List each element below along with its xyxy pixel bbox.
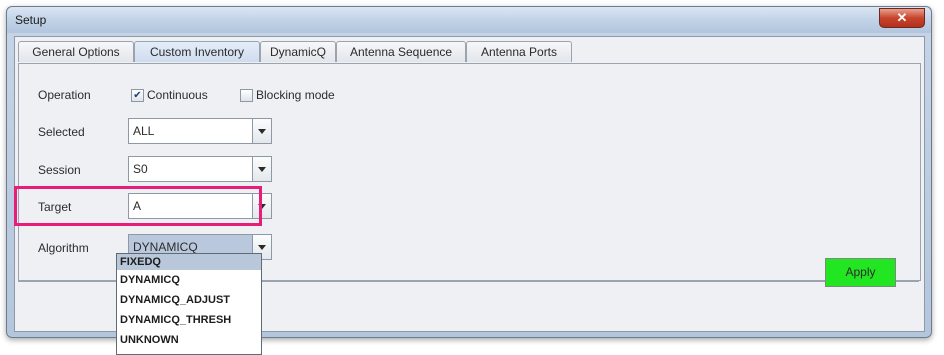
- close-icon: ✕: [896, 10, 908, 25]
- selected-value: ALL: [133, 124, 155, 138]
- algorithm-option-unknown[interactable]: UNKNOWN: [117, 332, 261, 348]
- algorithm-label: Algorithm: [38, 241, 89, 255]
- selected-combo[interactable]: ALL: [128, 118, 272, 144]
- continuous-checkbox[interactable]: ✔: [131, 89, 144, 102]
- blocking-mode-label[interactable]: Blocking mode: [256, 88, 335, 102]
- algorithm-option-dynamicq-adjust[interactable]: DYNAMICQ_ADJUST: [117, 292, 261, 308]
- checkmark-icon: ✔: [133, 90, 142, 101]
- apply-button[interactable]: Apply: [825, 258, 896, 287]
- tab-dynamicq[interactable]: DynamicQ: [260, 41, 336, 62]
- algorithm-value: DYNAMICQ: [133, 240, 198, 254]
- selected-label: Selected: [38, 125, 85, 139]
- title-bar: Setup ✕: [7, 7, 931, 33]
- tab-antenna-ports[interactable]: Antenna Ports: [466, 41, 572, 62]
- algorithm-dropdown-list: FIXEDQ DYNAMICQ DYNAMICQ_ADJUST DYNAMICQ…: [116, 253, 262, 355]
- session-combo[interactable]: S0: [128, 156, 272, 182]
- close-button[interactable]: ✕: [879, 8, 925, 28]
- algorithm-option-dynamicq-thresh[interactable]: DYNAMICQ_THRESH: [117, 312, 261, 328]
- blocking-mode-checkbox[interactable]: [240, 89, 253, 102]
- session-value: S0: [133, 162, 148, 176]
- algorithm-highlight-box: [14, 186, 262, 226]
- tab-antenna-sequence[interactable]: Antenna Sequence: [336, 41, 466, 62]
- chevron-down-icon[interactable]: [252, 157, 271, 181]
- algorithm-option-dynamicq[interactable]: DYNAMICQ: [117, 272, 261, 288]
- operation-label: Operation: [38, 88, 91, 102]
- custom-inventory-panel: Operation ✔ Continuous Blocking mode Sel…: [18, 63, 921, 281]
- window-title: Setup: [15, 13, 47, 27]
- session-label: Session: [38, 163, 81, 177]
- chevron-down-icon[interactable]: [252, 119, 271, 143]
- continuous-label[interactable]: Continuous: [147, 88, 208, 102]
- tab-general-options[interactable]: General Options: [18, 41, 134, 62]
- algorithm-option-fixedq[interactable]: FIXEDQ: [117, 254, 261, 270]
- tab-custom-inventory[interactable]: Custom Inventory: [134, 41, 260, 62]
